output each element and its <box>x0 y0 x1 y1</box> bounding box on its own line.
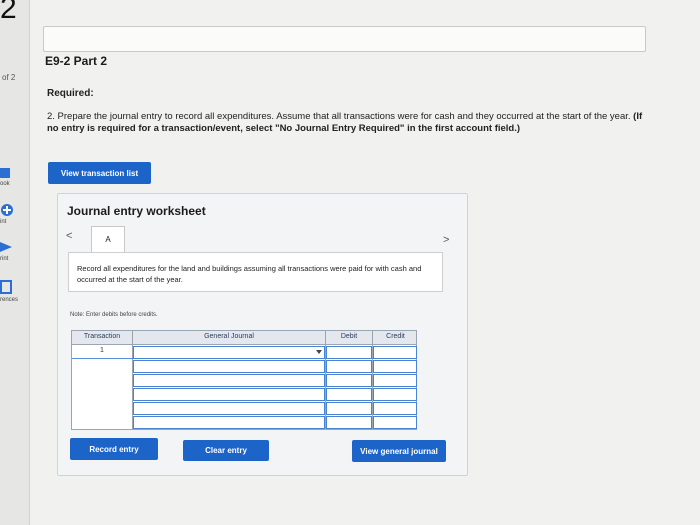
credit-input[interactable] <box>373 388 417 401</box>
account-select[interactable] <box>133 416 325 429</box>
record-entry-button[interactable]: Record entry <box>70 438 158 460</box>
debit-input[interactable] <box>326 346 372 359</box>
column-credit: Credit <box>386 333 405 340</box>
view-general-journal-button[interactable]: View general journal <box>352 440 446 462</box>
sidebar-item-references-label[interactable]: rences <box>0 297 18 303</box>
debits-note: Note: Enter debits before credits. <box>70 312 158 318</box>
account-select[interactable] <box>133 374 325 387</box>
chevron-down-icon[interactable] <box>316 350 322 354</box>
required-label: Required: <box>47 88 94 99</box>
instruction-text: 2. Prepare the journal entry to record a… <box>47 111 631 122</box>
debit-input[interactable] <box>326 388 372 401</box>
tab-a[interactable]: A <box>91 226 125 252</box>
question-number: 2 <box>0 0 17 25</box>
sidebar-item-ebook-label[interactable]: ook <box>0 181 10 187</box>
debit-input[interactable] <box>326 360 372 373</box>
column-transaction: Transaction <box>83 333 121 340</box>
debit-input[interactable] <box>326 416 372 429</box>
journal-table: Transaction General Journal Debit Credit… <box>71 330 417 430</box>
credit-input[interactable] <box>373 374 417 387</box>
debit-input[interactable] <box>326 402 372 415</box>
transaction-number: 1 <box>100 347 104 354</box>
book-icon[interactable] <box>0 166 14 180</box>
credit-input[interactable] <box>373 360 417 373</box>
credit-input[interactable] <box>373 402 417 415</box>
sidebar-item-hint-label[interactable]: int <box>0 219 6 225</box>
part-title: E9-2 Part 2 <box>45 54 108 68</box>
instructions: 2. Prepare the journal entry to record a… <box>47 111 647 135</box>
account-select[interactable] <box>133 360 325 373</box>
column-debit: Debit <box>340 333 358 340</box>
column-general-journal: General Journal <box>204 333 254 340</box>
credit-input[interactable] <box>373 416 417 429</box>
credit-input[interactable] <box>373 346 417 359</box>
next-arrow-icon[interactable]: > <box>443 234 449 246</box>
clear-entry-button[interactable]: Clear entry <box>183 440 269 461</box>
print-icon[interactable] <box>0 240 14 254</box>
worksheet-title: Journal entry worksheet <box>67 204 206 218</box>
view-transaction-list-button[interactable]: View transaction list <box>48 162 151 184</box>
question-of-label: of 2 <box>2 73 16 82</box>
hint-icon[interactable] <box>0 203 14 217</box>
sidebar-item-print-label[interactable]: rint <box>0 256 8 262</box>
journal-table-header: Transaction General Journal Debit Credit <box>72 331 416 345</box>
account-select[interactable] <box>133 346 325 359</box>
previous-arrow-icon[interactable]: < <box>66 230 72 242</box>
account-select[interactable] <box>133 388 325 401</box>
references-icon[interactable] <box>0 280 14 294</box>
account-select[interactable] <box>133 402 325 415</box>
transaction-description: Record all expenditures for the land and… <box>68 252 443 292</box>
debit-input[interactable] <box>326 374 372 387</box>
top-answer-bar[interactable] <box>43 26 646 52</box>
